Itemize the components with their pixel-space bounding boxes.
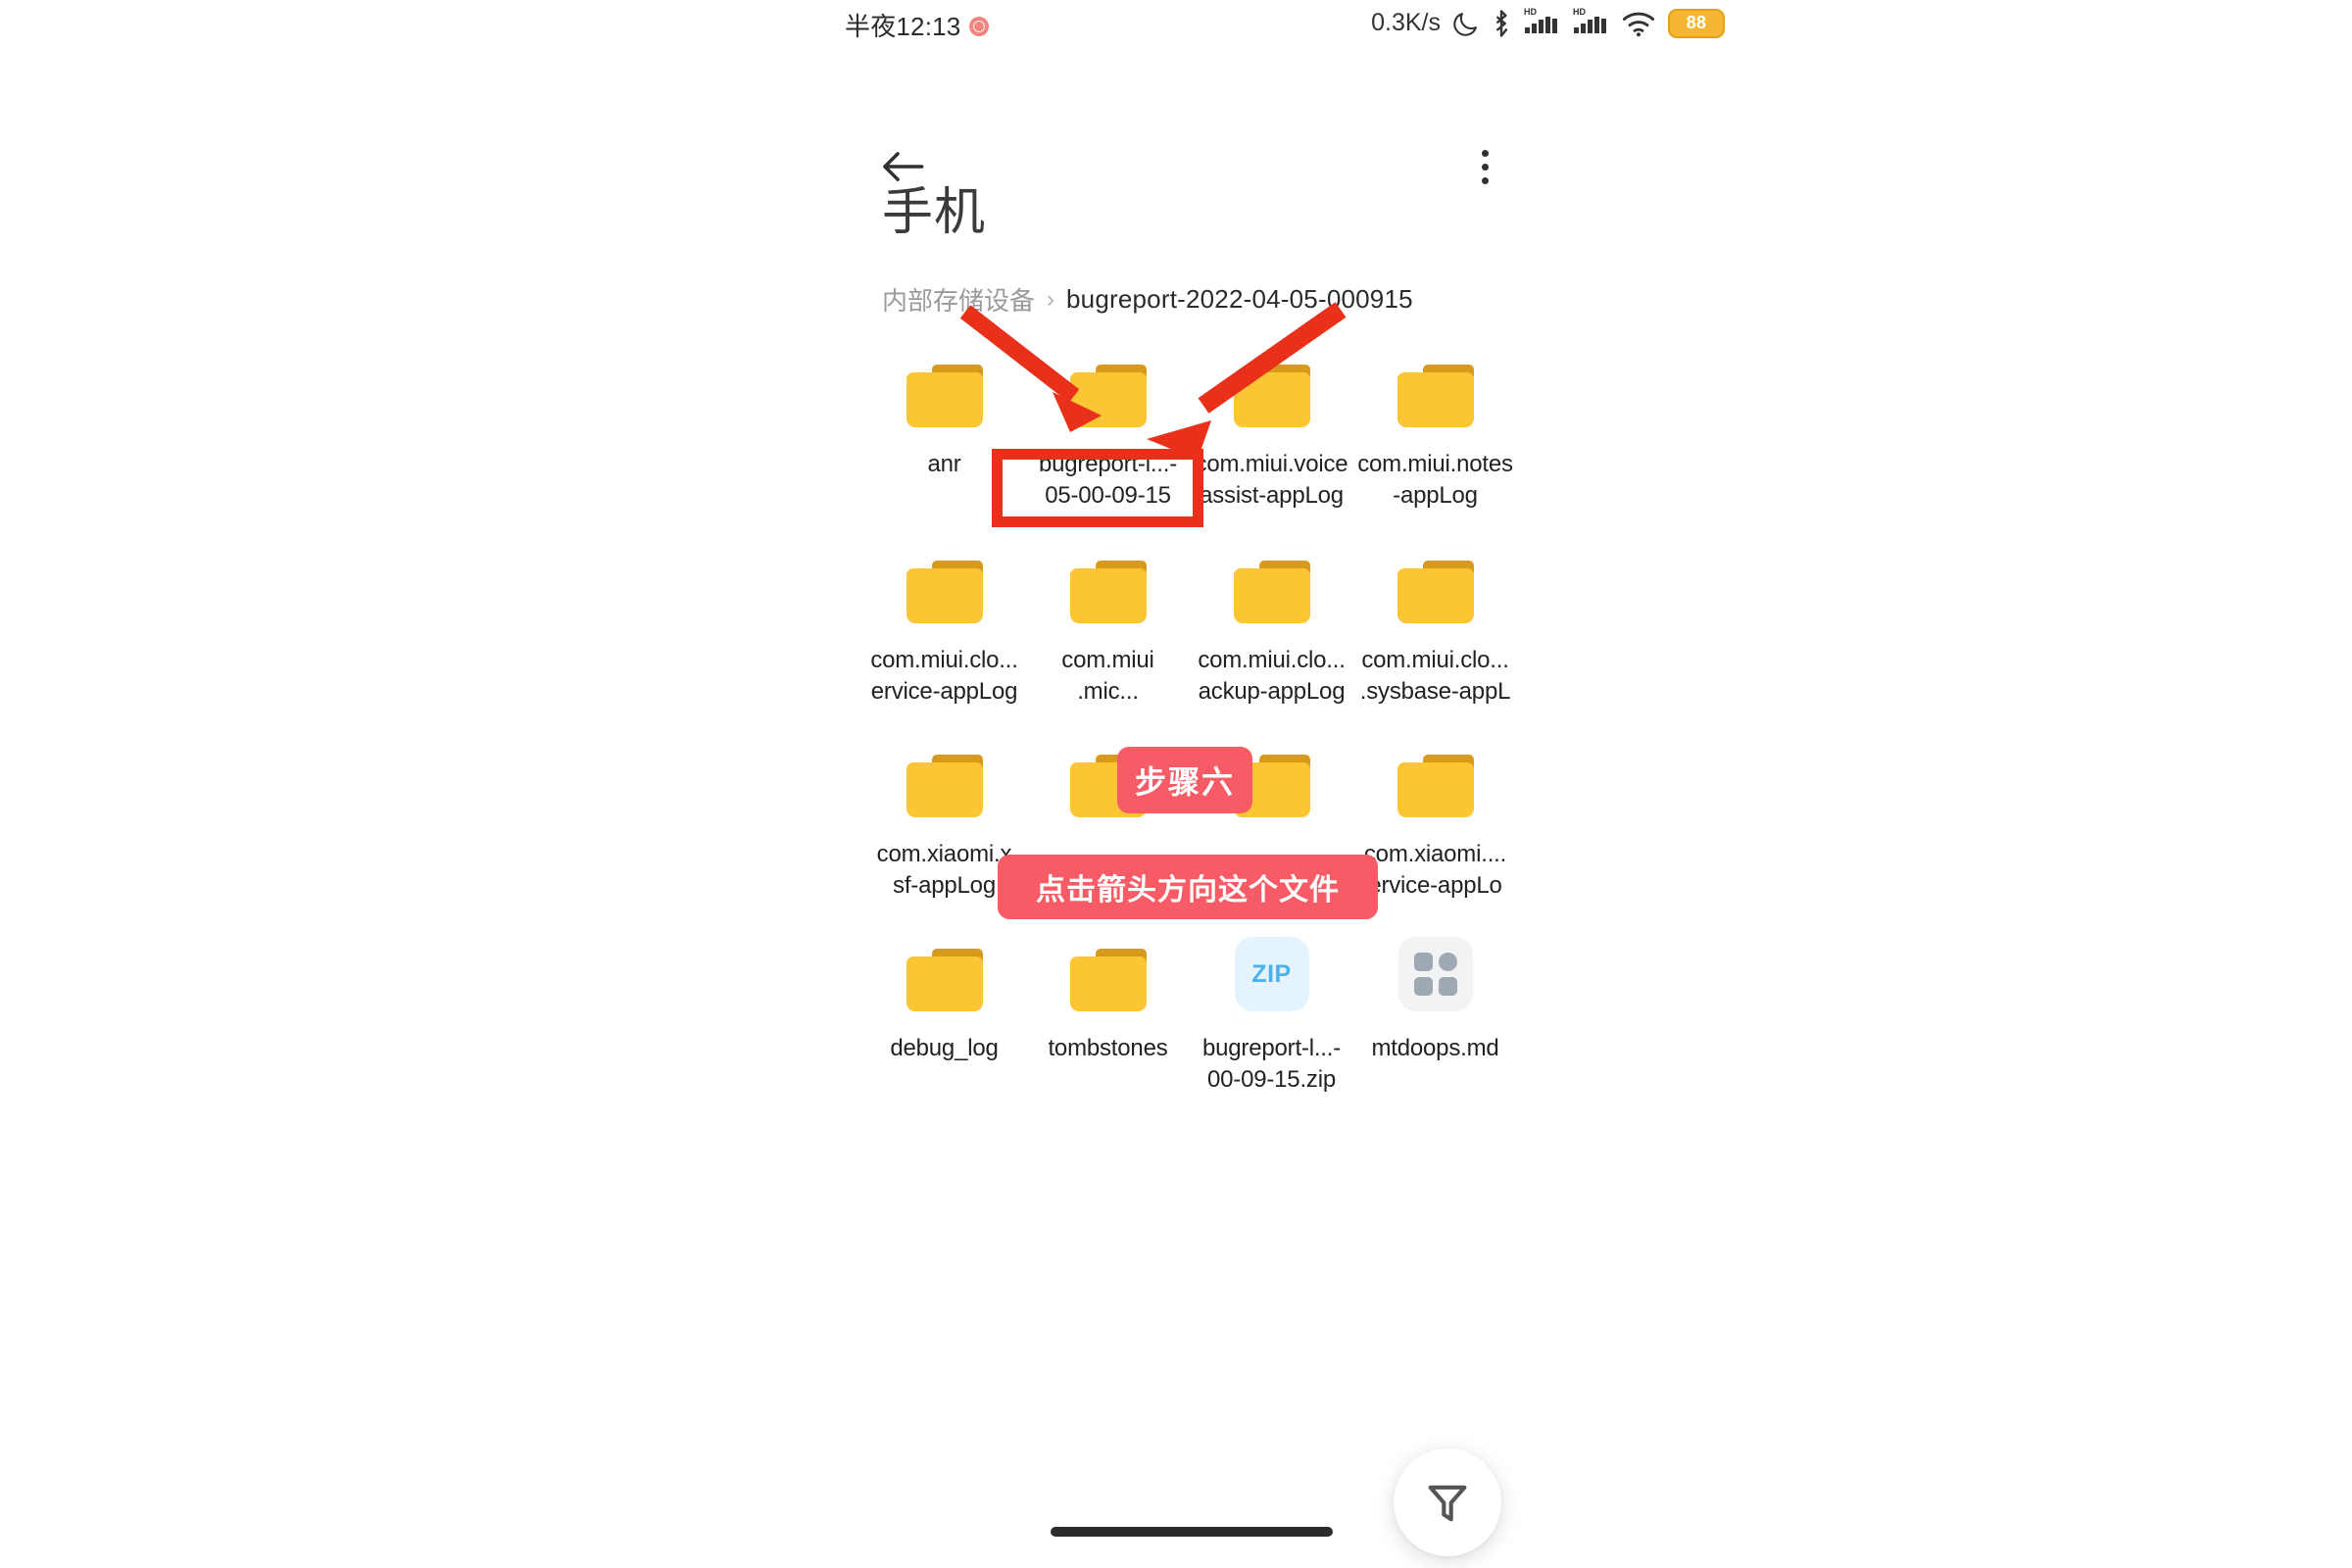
wifi-icon	[1621, 9, 1656, 38]
breadcrumb-root[interactable]: 内部存储设备	[882, 281, 1035, 318]
file-grid-row: debug_log tombstones ZIP bugreport-l...-…	[862, 929, 1517, 1123]
file-item-notes[interactable]: com.miui.notes -appLog	[1353, 345, 1517, 541]
file-name-label: com.miui.clo... ackup-appLog	[1188, 645, 1356, 708]
file-item-cloudservice[interactable]: com.miui.clo... ervice-appLog	[862, 541, 1026, 735]
folder-icon	[1397, 755, 1474, 817]
folder-icon	[1397, 561, 1474, 623]
icon-slot	[906, 345, 983, 427]
network-speed-label: 0.3K/s	[1371, 9, 1441, 37]
file-item-mtdoops[interactable]: mtdoops.md	[1353, 929, 1517, 1123]
alarm-dot-icon	[969, 17, 989, 36]
app-bar	[0, 59, 2352, 167]
file-item-debug-log[interactable]: debug_log	[862, 929, 1026, 1123]
folder-icon	[1234, 365, 1310, 427]
status-bar-left: 半夜12:13	[845, 7, 989, 43]
icon-slot	[1397, 345, 1474, 427]
page-title: 手机	[882, 171, 986, 244]
zip-file-icon: ZIP	[1235, 937, 1309, 1011]
generic-file-icon	[1398, 937, 1473, 1011]
file-item-cloudbackup[interactable]: com.miui.clo... ackup-appLog	[1190, 541, 1353, 735]
file-name-label: com.miui.clo... .sysbase-appL	[1351, 645, 1520, 708]
file-item-cloudsysbase[interactable]: com.miui.clo... .sysbase-appL	[1353, 541, 1517, 735]
filter-funnel-icon	[1422, 1477, 1473, 1528]
file-name-label: com.miui .mic...	[1024, 645, 1193, 708]
chevron-right-icon: ›	[1047, 286, 1054, 314]
crescent-moon-icon	[1452, 9, 1480, 38]
battery-indicator: 88	[1668, 9, 1725, 38]
file-item-miui-mic[interactable]: com.miui .mic...	[1026, 541, 1190, 735]
icon-slot	[906, 929, 983, 1011]
file-name-label: debug_log	[860, 1033, 1029, 1064]
folder-icon	[906, 365, 983, 427]
zip-badge-label: ZIP	[1251, 960, 1291, 989]
overflow-menu-button[interactable]	[1457, 139, 1512, 194]
icon-slot	[1397, 541, 1474, 623]
file-name-label: tombstones	[1024, 1033, 1193, 1064]
signal-bars-hd-icon: HD	[1523, 6, 1560, 40]
folder-icon	[1070, 365, 1147, 427]
file-item-xiaomi-service[interactable]: com.xiaomi.... ervice-appLo	[1353, 735, 1517, 929]
folder-icon	[906, 755, 983, 817]
file-name-label: com.miui.clo... ervice-appLog	[860, 645, 1029, 708]
overflow-menu-icon-dot3	[1482, 177, 1489, 184]
icon-slot	[1234, 541, 1310, 623]
folder-icon	[1070, 949, 1147, 1011]
icon-slot	[906, 735, 983, 817]
icon-slot	[1070, 541, 1147, 623]
signal-bars-hd-icon-2: HD	[1572, 6, 1609, 40]
status-bar: 半夜12:13 0.3K/s HD	[0, 0, 2352, 51]
folder-icon	[906, 949, 983, 1011]
breadcrumb-current[interactable]: bugreport-2022-04-05-000915	[1066, 284, 1413, 315]
file-name-label: com.miui.notes -appLog	[1351, 449, 1520, 512]
icon-slot	[1397, 735, 1474, 817]
file-grid-row: com.miui.clo... ervice-appLog com.miui .…	[862, 541, 1517, 735]
folder-icon	[1234, 561, 1310, 623]
home-indicator[interactable]	[1051, 1527, 1333, 1537]
file-item-tombstones[interactable]: tombstones	[1026, 929, 1190, 1123]
icon-slot	[1070, 345, 1147, 427]
icon-slot	[1070, 929, 1147, 1011]
status-bar-right: 0.3K/s HD HD	[1371, 6, 1725, 40]
folder-icon	[1397, 365, 1474, 427]
breadcrumb: 内部存储设备 › bugreport-2022-04-05-000915	[882, 281, 1413, 318]
status-bar-clock: 半夜12:13	[845, 7, 960, 43]
icon-slot	[1398, 929, 1473, 1011]
battery-level-label: 88	[1687, 13, 1707, 33]
file-item-voiceassist[interactable]: com.miui.voice assist-appLog	[1190, 345, 1353, 541]
icon-slot: ZIP	[1235, 929, 1309, 1011]
file-name-label: com.miui.voice assist-appLog	[1188, 449, 1356, 512]
filter-fab-button[interactable]	[1394, 1448, 1501, 1556]
hint-badge: 点击箭头方向这个文件	[998, 855, 1378, 919]
overflow-menu-icon	[1482, 150, 1489, 157]
icon-slot	[906, 541, 983, 623]
overflow-menu-icon-dot2	[1482, 164, 1489, 171]
bluetooth-icon	[1492, 9, 1511, 38]
highlight-box	[992, 449, 1203, 527]
folder-icon	[1070, 561, 1147, 623]
file-item-bugreport-zip[interactable]: ZIP bugreport-l...- 00-09-15.zip	[1190, 929, 1353, 1123]
phone-screen: 半夜12:13 0.3K/s HD	[0, 0, 2352, 1568]
svg-text:HD: HD	[1573, 7, 1586, 17]
file-name-label: bugreport-l...- 00-09-15.zip	[1188, 1033, 1356, 1096]
icon-slot	[1234, 345, 1310, 427]
step-badge: 步骤六	[1117, 747, 1252, 813]
svg-text:HD: HD	[1524, 7, 1537, 17]
folder-icon	[906, 561, 983, 623]
file-name-label: mtdoops.md	[1351, 1033, 1520, 1064]
